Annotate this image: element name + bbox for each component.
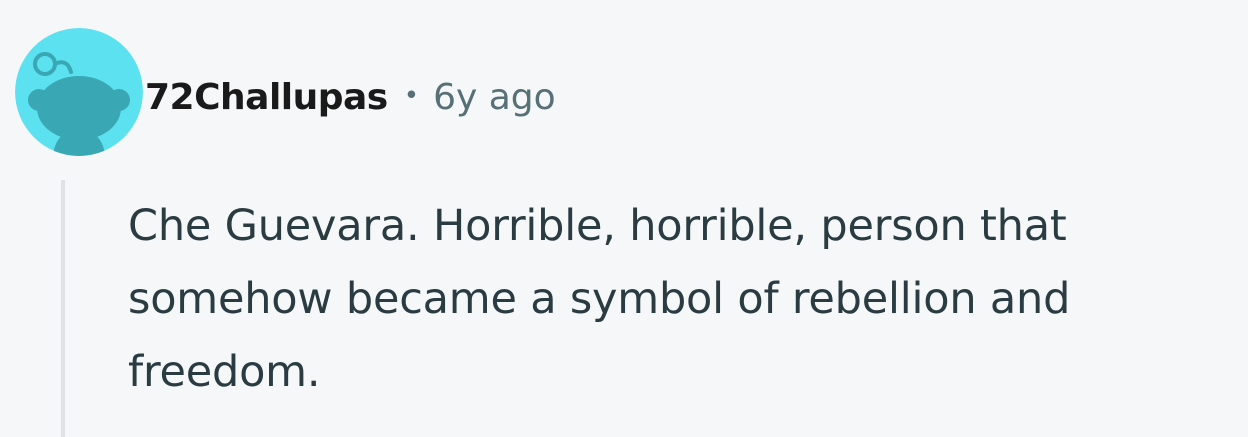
comment: 72Challupas • 6y ago Che Guevara. Horrib… <box>0 0 1248 437</box>
snoo-avatar-icon <box>15 28 143 156</box>
user-avatar[interactable] <box>15 28 143 156</box>
comment-body: Che Guevara. Horrible, horrible, person … <box>128 201 1071 397</box>
username-link[interactable]: 72Challupas <box>145 77 388 118</box>
comment-header: 72Challupas • 6y ago <box>145 72 556 122</box>
thread-collapse-line[interactable] <box>61 180 65 437</box>
meta-separator: • <box>403 81 420 111</box>
comment-timestamp[interactable]: 6y ago <box>433 77 556 118</box>
